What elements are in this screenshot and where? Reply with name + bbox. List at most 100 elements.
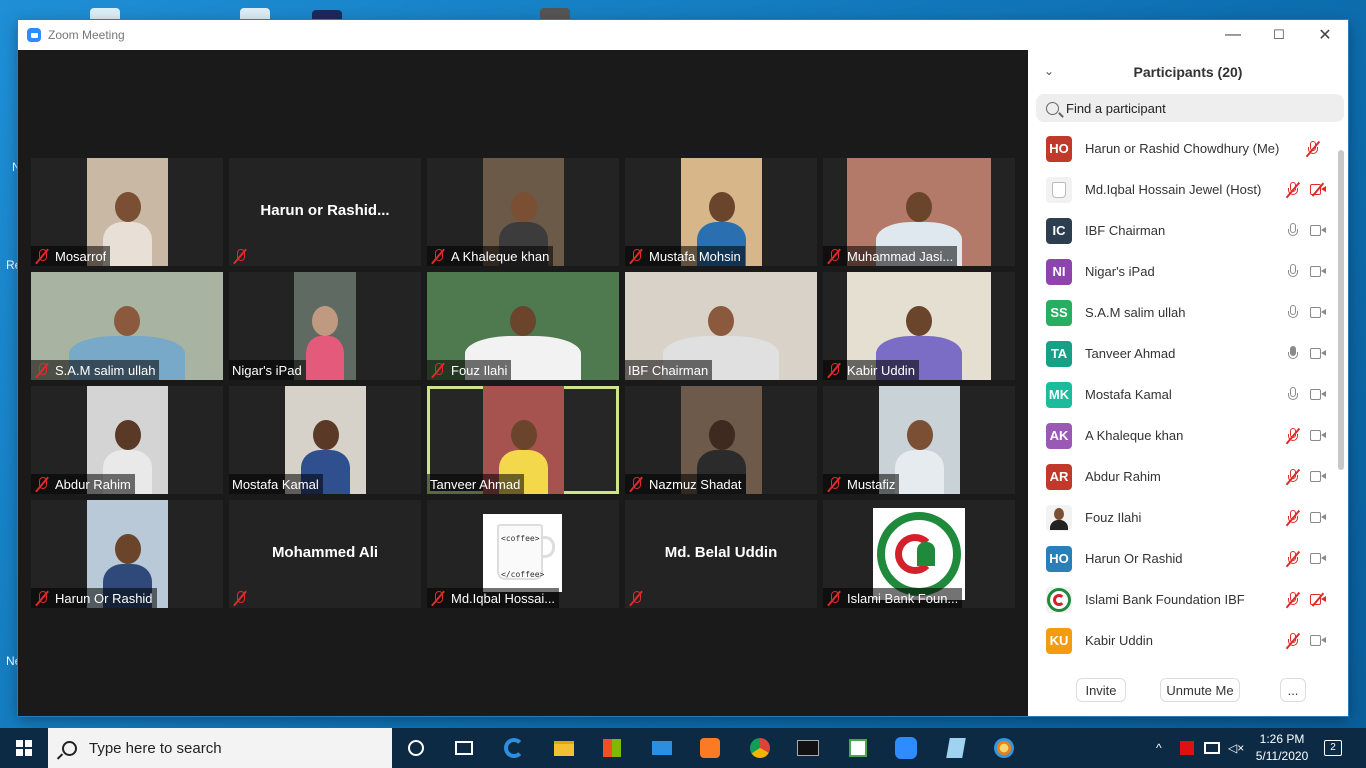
muted-mic-icon xyxy=(430,590,446,606)
participant-face xyxy=(906,420,933,450)
participant-row[interactable]: SS S.A.M salim ullah xyxy=(1028,292,1338,333)
file-explorer-icon[interactable] xyxy=(552,736,576,760)
tile-name: Mustafa Mohsin xyxy=(649,248,741,264)
video-camera-icon[interactable] xyxy=(1310,266,1326,277)
muted-mic-icon[interactable] xyxy=(1306,141,1320,157)
video-tile[interactable]: IBF Chairman xyxy=(625,272,817,380)
video-tile[interactable]: Nazmuz Shadat xyxy=(625,386,817,494)
participant-avatar xyxy=(1046,586,1072,613)
muted-mic-icon[interactable] xyxy=(1286,428,1300,444)
edge-browser-icon[interactable] xyxy=(502,736,526,760)
minimize-button[interactable]: — xyxy=(1210,20,1256,50)
invite-button[interactable]: Invite xyxy=(1076,678,1126,702)
video-camera-icon[interactable] xyxy=(1310,430,1326,441)
video-tile[interactable]: Kabir Uddin xyxy=(823,272,1015,380)
video-tile[interactable]: Mustafiz xyxy=(823,386,1015,494)
video-tile[interactable]: S.A.M salim ullah xyxy=(31,272,223,380)
taskbar-search-box[interactable]: Type here to search xyxy=(48,728,392,768)
zoom-taskbar-icon[interactable] xyxy=(894,736,918,760)
participant-row[interactable]: TA Tanveer Ahmad xyxy=(1028,333,1338,374)
chrome-icon[interactable] xyxy=(748,736,772,760)
mic-icon[interactable] xyxy=(1286,223,1300,239)
video-tile[interactable]: Abdur Rahim xyxy=(31,386,223,494)
zoom-app-icon xyxy=(27,28,41,42)
volume-icon[interactable]: ◁× xyxy=(1228,728,1244,768)
video-camera-icon[interactable] xyxy=(1310,635,1326,646)
document-icon[interactable] xyxy=(846,736,870,760)
cortana-icon[interactable] xyxy=(404,736,428,760)
mic-icon[interactable] xyxy=(1286,305,1300,321)
video-tile[interactable]: Muhammad Jasi... xyxy=(823,158,1015,266)
video-tile[interactable]: Mostafa Kamal xyxy=(229,386,421,494)
participant-name: Kabir Uddin xyxy=(1085,633,1153,648)
start-button[interactable] xyxy=(0,728,48,768)
video-tile[interactable]: Fouz Ilahi xyxy=(427,272,619,380)
show-hidden-icons[interactable]: ^ xyxy=(1156,728,1162,768)
video-tile[interactable]: Harun or Rashid... xyxy=(229,158,421,266)
video-tile[interactable]: Harun Or Rashid xyxy=(31,500,223,608)
video-tile[interactable]: Mosarrof xyxy=(31,158,223,266)
close-button[interactable]: ✕ xyxy=(1302,20,1348,50)
video-tile[interactable]: Md. Belal Uddin xyxy=(625,500,817,608)
video-off-icon[interactable] xyxy=(1310,184,1326,195)
video-camera-icon[interactable] xyxy=(1310,225,1326,236)
video-camera-icon[interactable] xyxy=(1310,471,1326,482)
video-tile[interactable]: <coffee> </coffee> Md.Iqbal Hossai... xyxy=(427,500,619,608)
video-tile[interactable]: Mohammed Ali xyxy=(229,500,421,608)
antivirus-tray-icon[interactable] xyxy=(1180,728,1194,768)
participant-row[interactable]: IC IBF Chairman xyxy=(1028,210,1338,251)
participant-row[interactable]: Md.Iqbal Hossain Jewel (Host) xyxy=(1028,169,1338,210)
unmute-me-button[interactable]: Unmute Me xyxy=(1160,678,1240,702)
participant-row[interactable]: AK A Khaleque khan xyxy=(1028,415,1338,456)
muted-mic-icon[interactable] xyxy=(1286,551,1300,567)
network-icon[interactable] xyxy=(1204,728,1220,768)
participant-list-scrollbar[interactable] xyxy=(1338,150,1344,470)
find-participant-input[interactable]: Find a participant xyxy=(1036,94,1344,122)
paint-icon[interactable] xyxy=(992,736,1016,760)
video-camera-icon[interactable] xyxy=(1310,307,1326,318)
chevron-down-icon[interactable]: ⌄ xyxy=(1044,64,1058,78)
participant-row[interactable]: Islami Bank Foundation IBF xyxy=(1028,579,1338,620)
more-options-button[interactable]: ... xyxy=(1280,678,1306,702)
taskbar-clock[interactable]: 1:26 PM 5/11/2020 xyxy=(1250,731,1314,765)
muted-mic-icon[interactable] xyxy=(1286,182,1300,198)
video-tile[interactable]: Mustafa Mohsin xyxy=(625,158,817,266)
mail-icon[interactable] xyxy=(650,736,674,760)
video-tile[interactable]: Nigar's iPad xyxy=(229,272,421,380)
notepad-icon[interactable] xyxy=(944,736,968,760)
video-camera-icon[interactable] xyxy=(1310,553,1326,564)
mic-icon[interactable] xyxy=(1286,264,1300,280)
participant-row[interactable]: MK Mostafa Kamal xyxy=(1028,374,1338,415)
muted-mic-icon[interactable] xyxy=(1286,633,1300,649)
video-tile[interactable]: Islami Bank Foun... xyxy=(823,500,1015,608)
video-off-icon[interactable] xyxy=(1310,594,1326,605)
participant-row[interactable]: HO Harun Or Rashid xyxy=(1028,538,1338,579)
muted-mic-icon[interactable] xyxy=(1286,469,1300,485)
muted-mic-icon[interactable] xyxy=(1286,510,1300,526)
video-tile[interactable]: Tanveer Ahmad xyxy=(427,386,619,494)
participant-face xyxy=(114,534,141,564)
action-center-button[interactable]: 2 xyxy=(1324,728,1342,768)
video-tile[interactable]: A Khaleque khan xyxy=(427,158,619,266)
participant-row[interactable]: AR Abdur Rahim xyxy=(1028,456,1338,497)
title-bar[interactable]: Zoom Meeting — ☐ ✕ xyxy=(18,20,1348,50)
participant-row[interactable]: Fouz Ilahi xyxy=(1028,497,1338,538)
task-view-icon[interactable] xyxy=(452,736,476,760)
participant-row[interactable]: NI Nigar's iPad xyxy=(1028,251,1338,292)
mic-icon[interactable] xyxy=(1286,346,1300,362)
participant-row[interactable]: HO Harun or Rashid Chowdhury (Me) xyxy=(1028,128,1338,169)
store-icon[interactable] xyxy=(600,736,624,760)
xampp-icon[interactable] xyxy=(698,736,722,760)
muted-mic-icon[interactable] xyxy=(1286,592,1300,608)
video-camera-icon[interactable] xyxy=(1310,512,1326,523)
video-camera-icon[interactable] xyxy=(1310,389,1326,400)
participant-display-name: Md. Belal Uddin xyxy=(664,544,778,561)
tile-name: Nazmuz Shadat xyxy=(649,476,742,492)
maximize-button[interactable]: ☐ xyxy=(1256,20,1302,50)
video-camera-icon[interactable] xyxy=(1310,348,1326,359)
terminal-icon[interactable] xyxy=(796,736,820,760)
mic-icon[interactable] xyxy=(1286,387,1300,403)
tile-name-label: Nigar's iPad xyxy=(229,360,306,380)
participant-row[interactable]: KU Kabir Uddin xyxy=(1028,620,1338,661)
tile-name-label: Nazmuz Shadat xyxy=(625,474,746,494)
